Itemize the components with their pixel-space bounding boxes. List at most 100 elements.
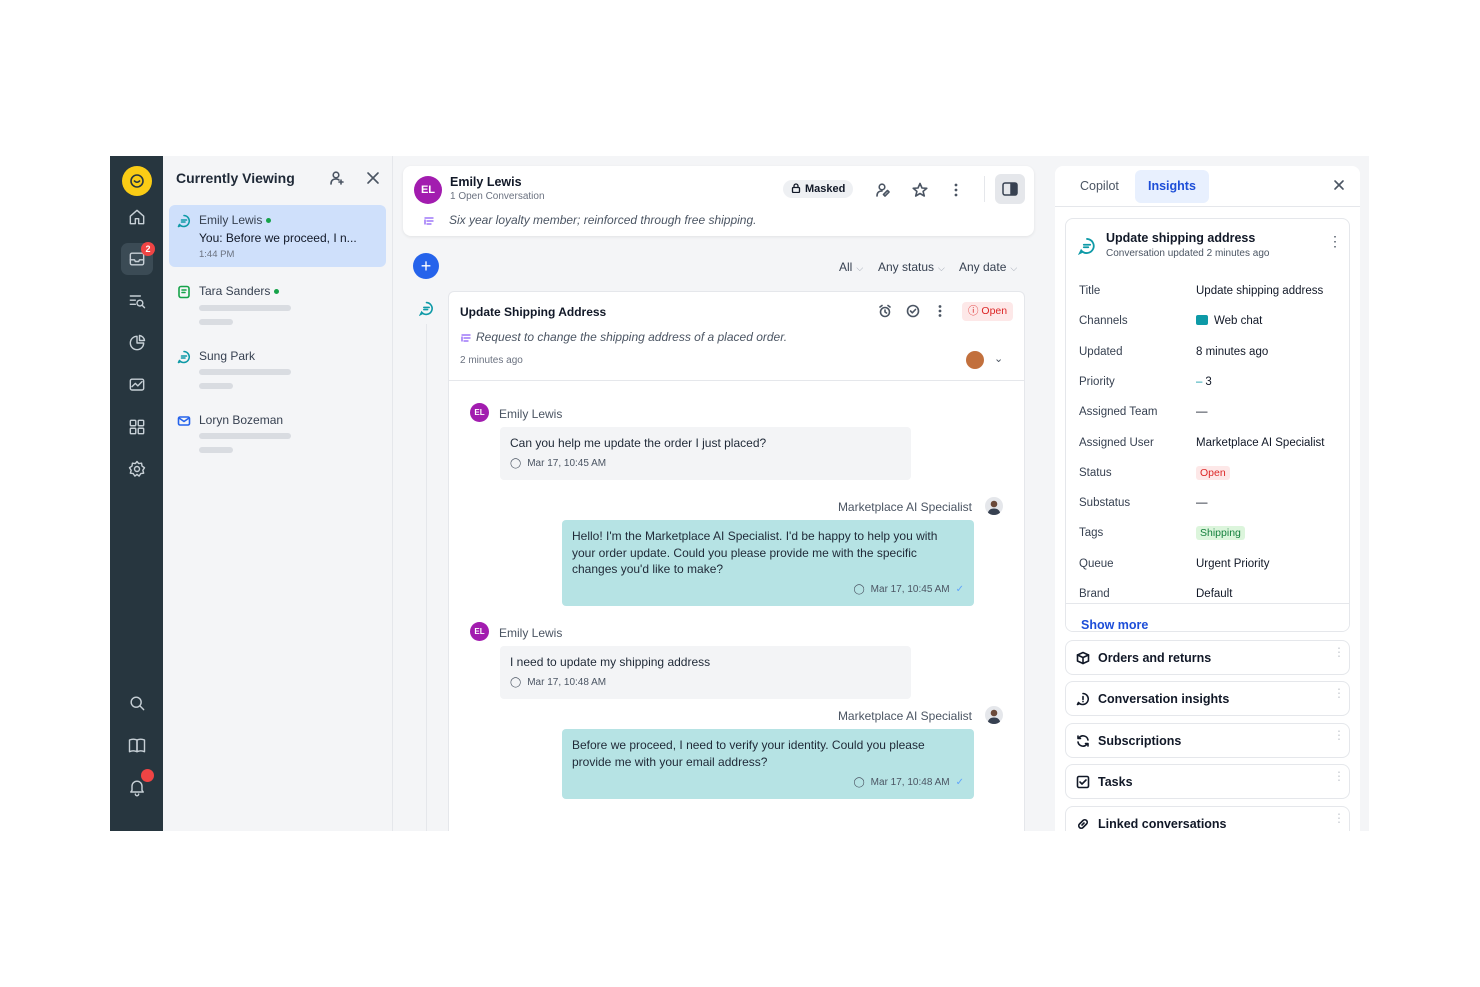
reports-icon[interactable] <box>121 327 153 359</box>
chevron-down-icon: ⌵ <box>1010 263 1018 273</box>
tab-copilot[interactable]: Copilot <box>1067 170 1132 203</box>
assign-user-icon[interactable] <box>327 168 347 188</box>
date-filter[interactable]: Any date ⌵ <box>959 260 1017 274</box>
read-receipt-icon: ✓ <box>955 583 964 595</box>
conversation-description: Request to change the shipping address o… <box>476 330 788 344</box>
field-row: Channels Web chat <box>1079 315 1344 337</box>
conversation-time: 2 minutes ago <box>460 355 523 366</box>
tab-insights[interactable]: Insights <box>1135 170 1209 203</box>
conversation-title[interactable]: Update Shipping Address <box>460 305 606 319</box>
message-text: Can you help me update the order I just … <box>510 436 767 450</box>
new-conversation-button[interactable]: + <box>413 253 439 279</box>
more-options-icon[interactable] <box>931 302 949 320</box>
panel-toggle-button[interactable] <box>995 174 1025 204</box>
more-options-icon[interactable]: ⋮ <box>1333 646 1345 658</box>
field-value[interactable]: — <box>1196 497 1208 509</box>
field-label: Assigned User <box>1079 437 1154 449</box>
field-value[interactable]: Marketplace AI Specialist <box>1196 437 1324 449</box>
more-options-icon[interactable]: ⋮ <box>1333 770 1345 782</box>
last-message: You: Before we proceed, I n... <box>199 231 357 245</box>
skeleton-line <box>199 319 233 325</box>
contact-name: Emily Lewis <box>199 213 263 227</box>
star-icon[interactable] <box>909 179 931 201</box>
currently-viewing-panel: Currently Viewing Emily Lewis You: Befor… <box>163 156 393 831</box>
field-row: Assigned User Marketplace AI Specialist <box>1079 437 1344 459</box>
field-value: 8 minutes ago <box>1196 346 1269 358</box>
section-linked-conversations[interactable]: Linked conversations ⋮ <box>1065 806 1350 831</box>
viewing-item[interactable]: Sung Park <box>169 341 386 401</box>
divider <box>449 380 1024 381</box>
field-label: Channels <box>1079 315 1128 327</box>
message-author: Marketplace AI Specialist <box>837 709 972 723</box>
message-time: Mar 17, 10:45 AM <box>870 583 950 595</box>
insights-title: Update shipping address <box>1106 231 1256 245</box>
knowledge-icon[interactable] <box>121 729 153 761</box>
skeleton-line <box>199 447 233 453</box>
more-options-icon[interactable] <box>945 179 967 201</box>
inbox-badge: 2 <box>141 242 155 256</box>
section-conversation-insights[interactable]: Conversation insights ⋮ <box>1065 681 1350 716</box>
read-receipt-icon: ✓ <box>955 776 964 788</box>
avatar: EL <box>470 403 489 422</box>
conversation-card: Update Shipping Address ⓘ Open Request t… <box>448 291 1025 831</box>
field-value[interactable]: — <box>1196 406 1208 418</box>
masked-badge[interactable]: Masked <box>783 180 854 198</box>
agent-avatar <box>985 706 1003 724</box>
field-row: Title Update shipping address <box>1079 285 1344 307</box>
settings-icon[interactable] <box>121 453 153 485</box>
field-label: Status <box>1079 467 1112 479</box>
field-value[interactable]: Urgent Priority <box>1196 558 1270 570</box>
priority-icon: – <box>1196 376 1203 388</box>
avatar[interactable]: EL <box>414 176 442 204</box>
close-icon[interactable] <box>1332 178 1346 192</box>
section-subscriptions[interactable]: Subscriptions ⋮ <box>1065 723 1350 758</box>
home-icon[interactable] <box>121 201 153 233</box>
apps-icon[interactable] <box>121 411 153 443</box>
viewing-item[interactable]: Tara Sanders <box>169 276 386 336</box>
more-options-icon[interactable]: ⋮ <box>1328 234 1342 248</box>
section-orders-and-returns[interactable]: Orders and returns ⋮ <box>1065 640 1350 675</box>
status-filter[interactable]: Any status ⌵ <box>878 260 945 274</box>
field-value[interactable]: Update shipping address <box>1196 285 1323 297</box>
app-window: 2 Currently Viewing Emily Lewis You: Bef… <box>110 156 1369 831</box>
chevron-down-icon[interactable]: ⌄ <box>994 352 1003 365</box>
search-list-icon[interactable] <box>121 285 153 317</box>
status-badge[interactable]: ⓘ Open <box>962 302 1014 321</box>
message-author: Marketplace AI Specialist <box>837 500 972 514</box>
more-options-icon[interactable]: ⋮ <box>1333 812 1345 824</box>
search-icon[interactable] <box>121 687 153 719</box>
close-icon[interactable] <box>363 168 383 188</box>
message-author: Emily Lewis <box>499 407 563 421</box>
customer-name[interactable]: Emily Lewis <box>450 175 522 189</box>
alert-icon: ⓘ <box>968 305 982 317</box>
divider <box>1055 206 1360 207</box>
inbox-icon[interactable]: 2 <box>121 242 155 275</box>
note-icon <box>460 331 472 349</box>
agent-message: Before we proceed, I need to verify your… <box>562 729 974 799</box>
insights-subtitle: Conversation updated 2 minutes ago <box>1106 248 1270 259</box>
monitor-icon[interactable] <box>121 369 153 401</box>
contact-name: Tara Sanders <box>199 284 271 298</box>
field-row: Queue Urgent Priority <box>1079 558 1344 580</box>
channel-filter[interactable]: All ⌵ <box>839 260 863 274</box>
resolve-icon[interactable] <box>904 302 922 320</box>
chat-icon <box>418 301 434 317</box>
chevron-down-icon: ⌵ <box>938 263 945 273</box>
field-row: Updated 8 minutes ago <box>1079 346 1344 368</box>
bell-icon[interactable] <box>121 769 154 803</box>
section-tasks[interactable]: Tasks ⋮ <box>1065 764 1350 799</box>
field-value[interactable]: Default <box>1196 588 1232 600</box>
more-options-icon[interactable]: ⋮ <box>1333 729 1345 741</box>
contact-name: Loryn Bozeman <box>199 413 284 427</box>
show-more-link[interactable]: Show more <box>1081 618 1148 631</box>
field-label: Assigned Team <box>1079 406 1158 418</box>
logo-icon[interactable] <box>122 166 152 196</box>
customer-message: Can you help me update the order I just … <box>500 427 911 480</box>
assignee-avatar[interactable] <box>966 351 984 369</box>
snooze-icon[interactable] <box>876 302 894 320</box>
chat-icon <box>1077 237 1096 260</box>
viewing-item[interactable]: Emily Lewis You: Before we proceed, I n.… <box>169 205 386 267</box>
assign-agent-icon[interactable] <box>872 179 894 201</box>
viewing-item[interactable]: Loryn Bozeman <box>169 405 386 465</box>
more-options-icon[interactable]: ⋮ <box>1333 687 1345 699</box>
